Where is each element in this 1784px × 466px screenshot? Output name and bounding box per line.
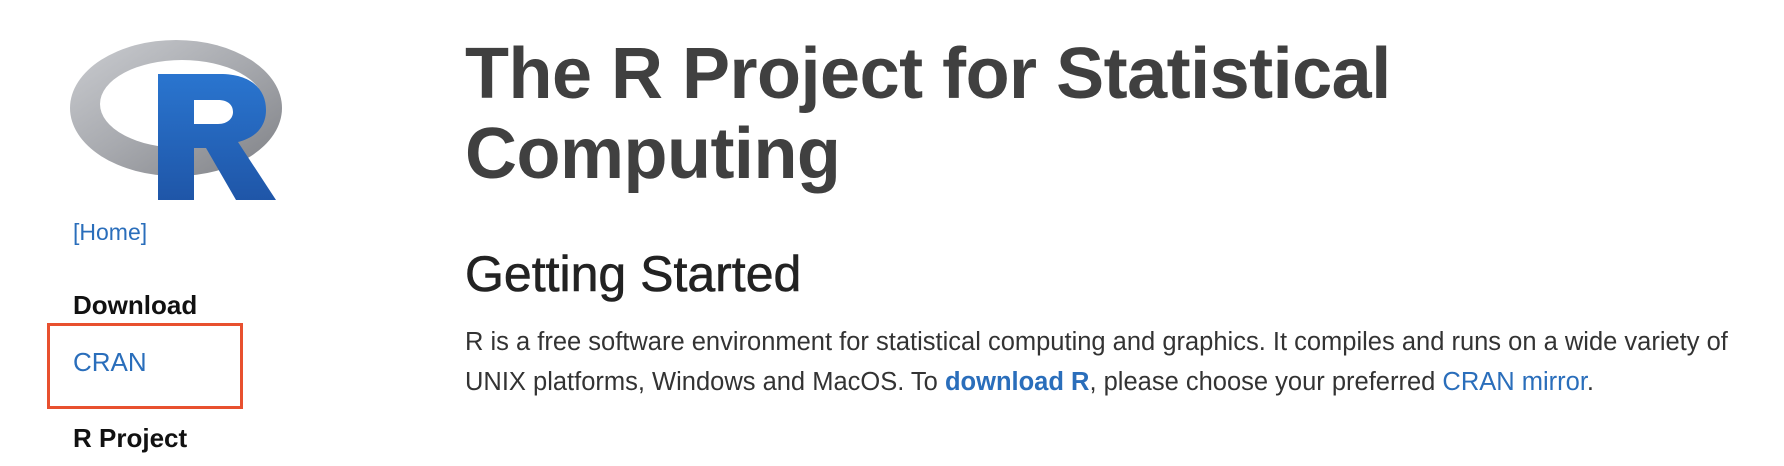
intro-paragraph: R is a free software environment for sta…: [465, 322, 1765, 402]
sidebar: [Home] Download CRAN R Project: [0, 0, 420, 466]
intro-text-2: , please choose your preferred: [1089, 368, 1443, 396]
home-link[interactable]: [Home]: [73, 218, 147, 246]
section-title: Getting Started: [465, 246, 802, 303]
download-r-link[interactable]: download R: [945, 368, 1089, 396]
page-title: The R Project for Statistical Computing: [465, 34, 1391, 194]
intro-text-3: .: [1586, 368, 1594, 396]
r-project-heading: R Project: [73, 423, 188, 453]
download-heading: Download: [73, 290, 198, 320]
r-logo-icon[interactable]: [70, 30, 282, 200]
cran-link[interactable]: CRAN: [73, 346, 147, 378]
cran-mirror-link[interactable]: CRAN mirror: [1442, 368, 1587, 396]
